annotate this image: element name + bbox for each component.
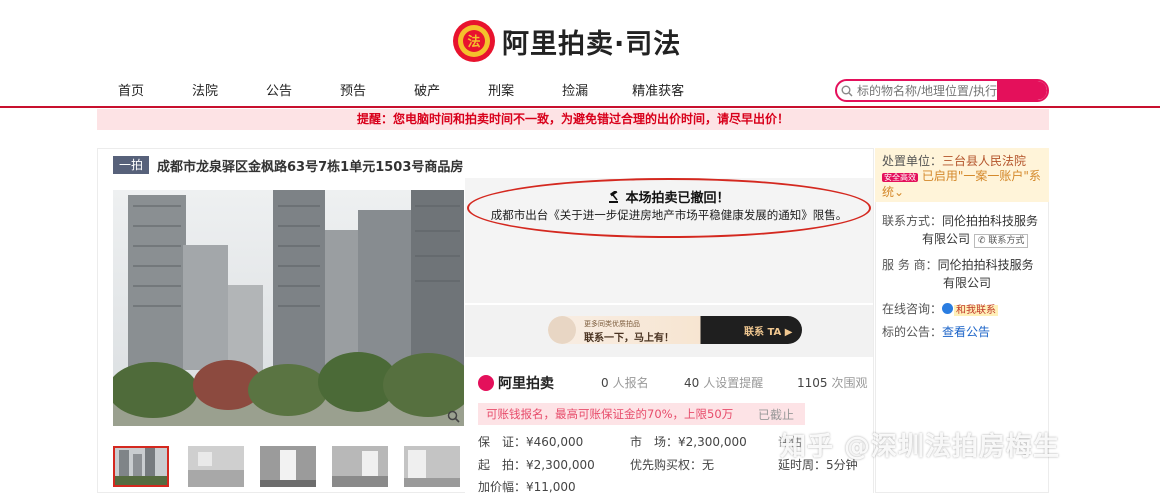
header-divider	[0, 106, 1160, 108]
emblem-char: 法	[467, 34, 480, 50]
market-label: 市 场：	[630, 435, 679, 449]
chevron-down-icon: ⌄	[894, 185, 905, 199]
secure-badge: 安全高效	[882, 173, 918, 182]
thumbnail-1[interactable]	[113, 446, 169, 487]
contact-label: 联系方式：	[882, 214, 943, 228]
start-label: 起 拍：	[478, 458, 527, 472]
search-button[interactable]	[997, 81, 1047, 100]
logo-text: 阿里拍卖·司法	[502, 28, 682, 60]
online-label: 在线咨询：	[882, 302, 943, 316]
annotation-circle	[467, 178, 871, 238]
start-value: ¥2,300,000	[526, 458, 595, 472]
market-value: ¥2,300,000	[678, 435, 747, 449]
signup-label: 人报名	[612, 376, 649, 390]
nav-item-bankruptcy[interactable]: 破产	[414, 80, 440, 100]
deposit-hint: 可账钱报名，最高可账保证金的70%，上限50万	[478, 403, 805, 425]
signup-stat: 0 人报名	[601, 374, 649, 391]
nav-item-announcement[interactable]: 公告	[266, 80, 292, 100]
service-row-2: 有限公司	[943, 274, 991, 291]
view-notice-link[interactable]: 查看公告	[942, 325, 990, 339]
watch-count: 1105	[797, 376, 828, 390]
reminder-count: 40	[684, 376, 700, 390]
banner-line-1: 更多同类优质拍品	[584, 320, 640, 328]
chat-icon	[942, 303, 954, 314]
agent-avatar	[548, 316, 576, 344]
thumbnail-3[interactable]	[260, 446, 316, 487]
ali-auction-brand-text: 阿里拍卖	[498, 376, 554, 392]
notice-label: 标的公告：	[882, 325, 943, 339]
deposit-value: ¥460,000	[526, 435, 584, 449]
start-price-row: 起 拍：¥2,300,000	[478, 456, 595, 473]
contact-banner[interactable]: 更多同类优质拍品 联系一下，马上有！ 联系 TA ▶	[548, 316, 802, 344]
contact-value-2: 有限公司	[922, 232, 971, 246]
property-photo[interactable]	[113, 190, 464, 426]
market-row: 市 场：¥2,300,000	[630, 433, 747, 450]
priority-row: 优先购买权：无	[630, 456, 714, 473]
notice-row: 标的公告：查看公告	[882, 323, 990, 340]
priority-value: ：无	[690, 458, 715, 472]
increment-label: 加价幅：	[478, 480, 527, 494]
court-value[interactable]: 三台县人民法院	[942, 154, 1026, 168]
thumbnail-2[interactable]	[188, 446, 244, 487]
increment-row: 加价幅：¥11,000	[478, 478, 576, 495]
listing-header: 一拍 成都市龙泉驿区金枫路63号7栋1单元1503号商品房	[113, 156, 464, 175]
main-nav: 首页 法院 公告 预告 破产 刑案 捡漏 精准获客	[118, 80, 732, 100]
contact-ta-button[interactable]: 联系 TA ▶	[744, 323, 792, 338]
closed-status: 已截止	[758, 408, 795, 422]
search-box	[835, 79, 1049, 102]
signup-count: 0	[601, 376, 609, 390]
contact-row: 联系方式：同伦拍拍科技服务	[882, 212, 1038, 229]
building-photo-illustration	[113, 190, 464, 426]
auction-round-tag: 一拍	[113, 156, 150, 174]
service-value-1: 同伦拍拍科技服务	[937, 258, 1034, 272]
nav-item-home[interactable]: 首页	[118, 80, 144, 100]
watch-label: 次围观	[831, 376, 868, 390]
court-label: 处置单位：	[882, 154, 943, 168]
search-icon	[837, 85, 857, 97]
contact-value-1: 同伦拍拍科技服务	[942, 214, 1039, 228]
thumbnail-4[interactable]	[332, 446, 388, 487]
service-label: 服 务 商：	[882, 258, 938, 272]
online-row: 在线咨询： 和我联系	[882, 300, 999, 317]
nav-item-criminal[interactable]: 刑案	[488, 80, 514, 100]
reminder-label: 人设置提醒	[703, 376, 764, 390]
zoom-icon[interactable]	[447, 410, 460, 427]
contact-row-2: 有限公司 ✆ 联系方式	[922, 230, 1029, 248]
phone-icon: ✆	[978, 236, 989, 246]
watch-stat: 1105 次围观	[797, 374, 868, 391]
system-row: 安全高效 已启用"一案一账户"系统⌄	[882, 169, 1042, 200]
priority-label: 优先购买权	[630, 458, 691, 472]
banner-line-2: 联系一下，马上有！	[584, 333, 674, 344]
court-row: 处置单位：三台县人民法院	[882, 152, 1026, 169]
contact-method-button[interactable]: ✆ 联系方式	[974, 234, 1029, 248]
time-notice: 提醒：您电脑时间和拍卖时间不一致，为避免错过合理的出价时间，请尽早出价！	[97, 109, 1049, 130]
zhihu-watermark: 知乎 @深圳法拍房梅生	[780, 432, 1061, 462]
deposit-label: 保 证：	[478, 435, 527, 449]
nav-item-preview[interactable]: 预告	[340, 80, 366, 100]
nav-item-precise[interactable]: 精准获客	[632, 80, 684, 100]
listing-title: 成都市龙泉驿区金枫路63号7栋1单元1503号商品房	[157, 159, 464, 175]
site-logo[interactable]: 法 阿里拍卖·司法	[452, 15, 681, 67]
ali-auction-brand: 阿里拍卖	[478, 373, 554, 393]
increment-value: ¥11,000	[526, 480, 576, 494]
ali-auction-icon	[478, 375, 494, 391]
contact-me-button[interactable]: 和我联系	[954, 305, 999, 316]
reminder-stat: 40 人设置提醒	[684, 374, 763, 391]
search-input[interactable]	[857, 83, 997, 98]
contact-method-label: 联系方式	[988, 236, 1025, 246]
service-row: 服 务 商：同伦拍拍科技服务	[882, 256, 1034, 273]
thumbnail-5[interactable]	[404, 446, 460, 487]
service-value-2: 有限公司	[943, 276, 992, 290]
nav-item-court[interactable]: 法院	[192, 80, 218, 100]
deposit-row: 保 证：¥460,000	[478, 433, 583, 450]
court-emblem-icon: 法	[453, 20, 495, 62]
nav-item-bargain[interactable]: 捡漏	[562, 80, 588, 100]
